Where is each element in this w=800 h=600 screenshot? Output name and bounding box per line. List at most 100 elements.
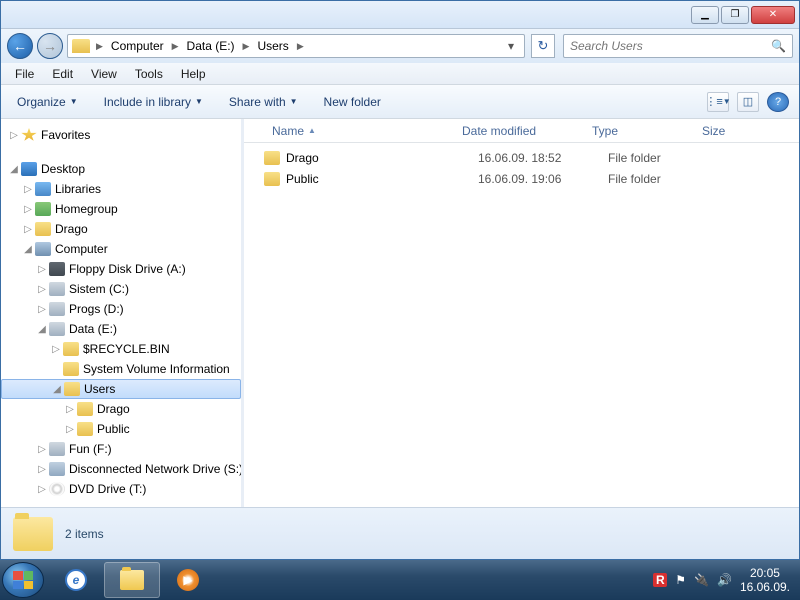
menu-file[interactable]: File [7,65,42,83]
tree-drago[interactable]: ▷Drago [1,219,241,239]
status-bar: 2 items [1,507,799,559]
help-button[interactable]: ? [767,92,789,112]
tree-svi[interactable]: System Volume Information [1,359,241,379]
expand-icon[interactable]: ▷ [35,264,49,275]
tree-fun[interactable]: ▷Fun (F:) [1,439,241,459]
folder-icon [63,362,79,376]
power-tray-icon[interactable]: 🔌 [694,573,709,587]
expand-icon[interactable]: ▷ [35,304,49,315]
folder-icon [63,342,79,356]
expand-icon[interactable]: ▷ [35,464,49,475]
expand-icon[interactable]: ▷ [35,484,49,495]
tree-sistem[interactable]: ▷Sistem (C:) [1,279,241,299]
menu-view[interactable]: View [83,65,125,83]
maximize-button[interactable]: ❐ [721,6,749,24]
crumb-users[interactable]: Users [251,37,294,55]
minimize-button[interactable]: ▁ [691,6,719,24]
taskbar-ie[interactable]: e [48,562,104,598]
forward-button[interactable]: → [37,33,63,59]
tree-libraries[interactable]: ▷Libraries [1,179,241,199]
tree-users[interactable]: ◢Users [1,379,241,399]
search-box[interactable]: 🔍 [563,34,793,58]
tree-dvd[interactable]: ▷DVD Drive (T:) [1,479,241,499]
desktop-icon [21,162,37,176]
col-size[interactable]: Size [694,124,764,138]
address-bar: ← → ▶ Computer ▶ Data (E:) ▶ Users ▶ ▾ ↻… [1,29,799,63]
clock[interactable]: 20:0516.06.09. [740,566,790,595]
avira-tray-icon[interactable]: R [653,573,667,587]
taskbar-explorer[interactable] [104,562,160,598]
chevron-right-icon[interactable]: ▶ [295,41,306,52]
libraries-icon [35,182,51,196]
expand-icon[interactable]: ▷ [49,344,63,355]
expand-icon[interactable]: ▷ [7,130,21,141]
sort-asc-icon: ▲ [308,126,316,135]
search-icon[interactable]: 🔍 [771,39,786,53]
tree-favorites[interactable]: ▷Favorites [1,125,241,145]
navigation-tree[interactable]: ▷Favorites ◢Desktop ▷Libraries ▷Homegrou… [1,119,241,507]
wmp-icon: ▶ [177,569,199,591]
tree-desktop[interactable]: ◢Desktop [1,159,241,179]
view-options-button[interactable]: ⋮≡ ▼ [707,92,729,112]
expand-icon[interactable]: ▷ [63,404,77,415]
share-with-button[interactable]: Share with▼ [223,91,304,113]
collapse-icon[interactable]: ◢ [35,324,49,335]
crumb-computer[interactable]: Computer [105,37,170,55]
chevron-right-icon[interactable]: ▶ [94,41,105,52]
toolbar: Organize▼ Include in library▼ Share with… [1,85,799,119]
tree-homegroup[interactable]: ▷Homegroup [1,199,241,219]
tree-user-drago[interactable]: ▷Drago [1,399,241,419]
tree-progs[interactable]: ▷Progs (D:) [1,299,241,319]
crumb-data[interactable]: Data (E:) [181,37,241,55]
expand-icon[interactable]: ▷ [35,284,49,295]
expand-icon[interactable]: ▷ [63,424,77,435]
flag-tray-icon[interactable]: ⚑ [675,573,686,587]
refresh-button[interactable]: ↻ [531,34,555,58]
tree-floppy[interactable]: ▷Floppy Disk Drive (A:) [1,259,241,279]
organize-button[interactable]: Organize▼ [11,91,84,113]
tree-computer[interactable]: ◢Computer [1,239,241,259]
include-library-button[interactable]: Include in library▼ [98,91,209,113]
list-item[interactable]: Public 16.06.09. 19:06 File folder [244,168,799,189]
folder-icon [64,382,80,396]
menu-help[interactable]: Help [173,65,214,83]
explorer-icon [120,570,144,590]
back-button[interactable]: ← [7,33,33,59]
col-name[interactable]: Name▲ [264,124,454,138]
expand-icon[interactable]: ▷ [21,184,35,195]
expand-icon[interactable]: ▷ [21,224,35,235]
search-input[interactable] [570,39,771,53]
chevron-right-icon[interactable]: ▶ [170,41,181,52]
menu-edit[interactable]: Edit [44,65,81,83]
breadcrumb[interactable]: ▶ Computer ▶ Data (E:) ▶ Users ▶ ▾ [67,34,525,58]
path-dropdown[interactable]: ▾ [502,39,520,53]
chevron-right-icon[interactable]: ▶ [241,41,252,52]
tree-user-public[interactable]: ▷Public [1,419,241,439]
menu-bar: File Edit View Tools Help [1,63,799,85]
start-button[interactable] [2,562,44,598]
tree-netdrive[interactable]: ▷Disconnected Network Drive (S:) [1,459,241,479]
col-date[interactable]: Date modified [454,124,584,138]
volume-tray-icon[interactable]: 🔊 [717,573,732,587]
collapse-icon[interactable]: ◢ [21,244,35,255]
col-type[interactable]: Type [584,124,694,138]
computer-icon [35,242,51,256]
collapse-icon[interactable]: ◢ [7,164,21,175]
expand-icon[interactable]: ▷ [35,444,49,455]
titlebar: ▁ ❐ ✕ [1,1,799,29]
tree-data[interactable]: ◢Data (E:) [1,319,241,339]
taskbar-wmp[interactable]: ▶ [160,562,216,598]
list-item[interactable]: Drago 16.06.09. 18:52 File folder [244,147,799,168]
star-icon [21,128,37,142]
preview-pane-button[interactable]: ◫ [737,92,759,112]
collapse-icon[interactable]: ◢ [50,384,64,395]
menu-tools[interactable]: Tools [127,65,171,83]
file-list: Name▲ Date modified Type Size Drago 16.0… [244,119,799,507]
chevron-down-icon: ▼ [70,97,78,106]
close-button[interactable]: ✕ [751,6,795,24]
expand-icon[interactable]: ▷ [21,204,35,215]
dvd-icon [49,482,65,496]
new-folder-button[interactable]: New folder [318,91,387,113]
tree-recycle[interactable]: ▷$RECYCLE.BIN [1,339,241,359]
user-icon [35,222,51,236]
